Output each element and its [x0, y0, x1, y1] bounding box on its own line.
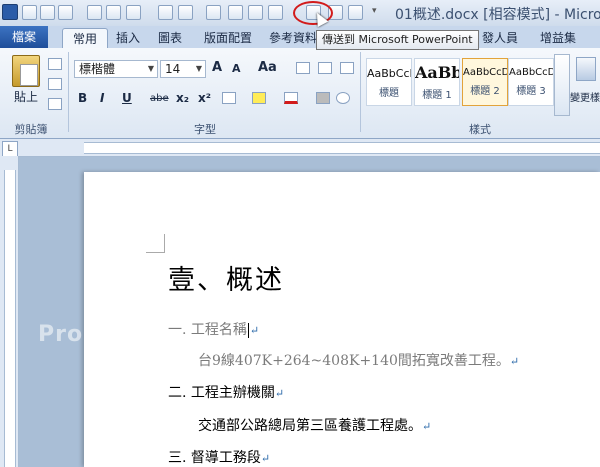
clear-format-icon[interactable] [296, 62, 310, 74]
tab-stop-selector[interactable]: L [2, 141, 18, 157]
char-border-icon[interactable] [340, 62, 354, 74]
paste-button[interactable]: 貼上 [14, 88, 38, 105]
paste-icon[interactable] [12, 55, 40, 87]
style-heading-1[interactable]: AaBb 標題 1 [414, 58, 460, 106]
doc-line[interactable]: 二. 工程主辦機關↵ [168, 382, 284, 402]
style-name: 標題 2 [470, 86, 500, 97]
superscript-button[interactable]: x² [198, 91, 211, 105]
document-heading: 壹、概述 [168, 265, 284, 296]
change-case-button[interactable]: Aa [258, 60, 277, 75]
subscript-button[interactable]: x₂ [176, 91, 189, 105]
font-size-combo[interactable]: 14 ▼ [160, 60, 206, 78]
doc-line-text: 三. 督導工務段 [168, 450, 261, 466]
grow-font-button[interactable]: A [212, 60, 222, 75]
font-name-combo[interactable]: 標楷體 ▼ [74, 60, 158, 78]
tab-references[interactable]: 參考資料 [266, 28, 320, 48]
folder-icon[interactable] [228, 5, 243, 20]
chevron-down-icon: ▼ [147, 64, 154, 73]
change-styles-button[interactable]: 變更樣式 [570, 55, 600, 115]
cut-icon[interactable] [48, 58, 62, 70]
italic-button[interactable]: I [100, 91, 104, 105]
new-document-icon[interactable] [22, 5, 37, 20]
styles-group-label: 樣式 [469, 123, 491, 136]
group-divider [360, 52, 361, 132]
word-app-icon[interactable] [2, 4, 18, 20]
paragraph-mark: ↵ [260, 452, 271, 465]
margin-corner-mark [146, 234, 165, 253]
group-divider [68, 52, 69, 132]
font-name-value: 標楷體 [79, 62, 116, 76]
font-size-value: 14 [165, 62, 181, 76]
style-sample: AaBbCcDc [463, 67, 507, 78]
redo-icon[interactable] [158, 5, 173, 20]
strikethrough-button[interactable]: abe [150, 93, 169, 104]
font-color-icon[interactable] [284, 92, 298, 104]
paragraph-mark: ↵ [274, 387, 285, 400]
tab-file[interactable]: 檔案 [0, 26, 48, 48]
doc-line[interactable]: 一. 工程名稱 ↵ [168, 319, 259, 339]
format-painter-icon[interactable] [48, 98, 62, 110]
doc-line-text: 二. 工程主辦機關 [168, 385, 275, 401]
vertical-ruler[interactable] [4, 170, 16, 467]
undo-icon[interactable] [126, 5, 141, 20]
tab-home[interactable]: 常用 [62, 28, 108, 49]
style-sample: AaBb [415, 63, 459, 82]
underline-button[interactable]: U [122, 91, 132, 105]
refresh-icon[interactable] [178, 5, 193, 20]
customize-toolbar-icon[interactable]: ▾ [372, 6, 380, 16]
tooltip: 傳送到 Microsoft PowerPoint [316, 30, 479, 50]
change-styles-icon [576, 57, 596, 81]
paragraph-mark: ↵ [249, 324, 260, 337]
open-folder-icon[interactable] [40, 5, 55, 20]
save-icon[interactable] [87, 5, 102, 20]
doc-line-text: 台9線407K+264~408K+140間拓寬改善工程。 [198, 353, 510, 369]
doc-line[interactable]: 三. 督導工務段↵ [168, 447, 270, 467]
change-styles-label: 變更樣式 [570, 93, 600, 104]
style-heading-3[interactable]: AaBbCcDc 標題 3 [508, 58, 554, 106]
quick-print-icon[interactable] [206, 5, 221, 20]
style-name: 標題 3 [516, 86, 546, 97]
style-name: 標題 1 [422, 90, 452, 101]
horizontal-ruler[interactable] [84, 142, 600, 154]
style-title[interactable]: AaBbCcI 標題 [366, 58, 412, 106]
window-title: 01概述.docx [相容模式] - Micro [395, 7, 600, 23]
style-sample: AaBbCcDc [509, 67, 553, 78]
chevron-down-icon: ▼ [195, 64, 202, 73]
paragraph-mark: ↵ [509, 355, 520, 368]
clipboard-icon[interactable] [248, 5, 263, 20]
text-effects-icon[interactable] [222, 92, 236, 104]
clipboard-group-label: 剪貼簿 [14, 123, 48, 136]
shrink-font-button[interactable]: A [232, 62, 241, 75]
font-group-label: 字型 [194, 123, 216, 136]
phonetic-guide-icon[interactable] [318, 62, 332, 74]
doc-line[interactable]: 交通部公路總局第三區養護工程處。↵ [198, 415, 431, 435]
enclose-char-icon[interactable] [336, 92, 350, 104]
paragraph-mark: ↵ [422, 420, 432, 433]
paste-options-icon[interactable] [268, 5, 283, 20]
doc-line-text: 一. 工程名稱 [168, 322, 247, 338]
print-preview-icon[interactable] [106, 5, 121, 20]
copy-icon[interactable] [48, 78, 62, 90]
tab-developer[interactable]: 發人員 [478, 28, 522, 48]
styles-scroll[interactable] [554, 54, 570, 116]
highlight-icon[interactable] [252, 92, 266, 104]
tab-chart[interactable]: 圖表 [152, 28, 188, 48]
text-cursor [247, 322, 249, 338]
tab-insert[interactable]: 插入 [110, 28, 146, 48]
tab-layout[interactable]: 版面配置 [198, 28, 258, 48]
export-icon[interactable] [348, 5, 363, 20]
bold-button[interactable]: B [78, 91, 87, 105]
style-sample: AaBbCcI [367, 67, 411, 80]
style-heading-2[interactable]: AaBbCcDc 標題 2 [462, 58, 508, 106]
doc-line[interactable]: 台9線407K+264~408K+140間拓寬改善工程。↵ [198, 350, 519, 370]
open-file-icon[interactable] [58, 5, 73, 20]
tab-addins[interactable]: 增益集 [536, 28, 580, 48]
style-name: 標題 [379, 88, 399, 99]
char-shading-icon[interactable] [316, 92, 330, 104]
watermark: Pro [38, 322, 84, 347]
doc-line-text: 交通部公路總局第三區養護工程處。 [198, 418, 422, 434]
